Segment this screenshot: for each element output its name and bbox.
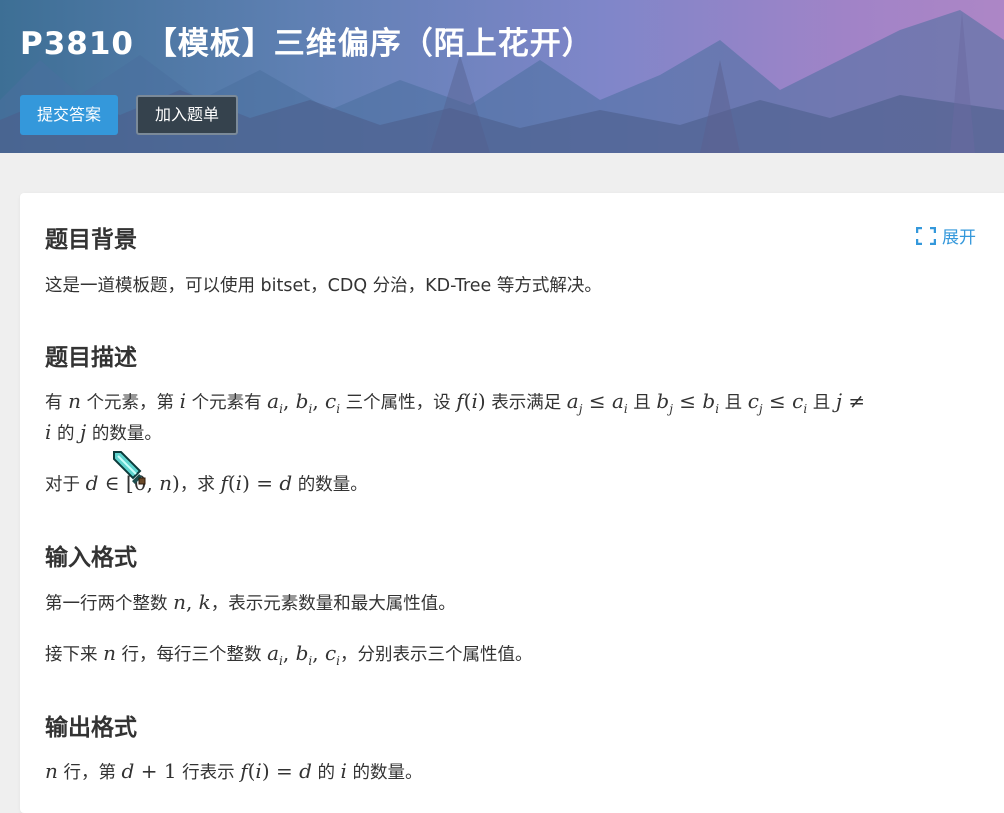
problem-banner: P3810 【模板】三维偏序（陌上花开） 提交答案 加入题单 (0, 0, 1004, 153)
description-line-1: 有 n 个元素，第 i 个元素有 ai, bi, ci 三个属性，设 f(i) … (45, 389, 866, 416)
add-to-list-button[interactable]: 加入题单 (136, 95, 239, 135)
problem-title: P3810 【模板】三维偏序（陌上花开） (20, 26, 594, 62)
input-heading: 输入格式 (45, 545, 137, 571)
background-text: 这是一道模板题，可以使用 bitset，CDQ 分治，KD-Tree 等方式解决… (45, 276, 602, 296)
input-line-1: 第一行两个整数 n, k，表示元素数量和最大属性值。 (45, 590, 456, 614)
expand-label: 展开 (942, 228, 976, 248)
expand-button[interactable]: 展开 (916, 223, 976, 248)
description-heading: 题目描述 (45, 345, 137, 371)
diamond-sword-cursor-icon (113, 451, 146, 485)
input-line-2: 接下来 n 行，每行三个整数 ai, bi, ci，分别表示三个属性值。 (45, 641, 533, 668)
output-line-1: n 行，第 d + 1 行表示 f(i) = d 的 i 的数量。 (45, 759, 423, 783)
submit-answer-button[interactable]: 提交答案 (20, 95, 119, 135)
description-line-3: 对于 d ∈ [0, n)，求 f(i) = d 的数量。 (45, 471, 368, 495)
description-line-2: i 的 j 的数量。 (45, 420, 162, 444)
output-heading: 输出格式 (45, 715, 137, 741)
expand-corners-icon (916, 226, 936, 245)
background-heading: 题目背景 (45, 227, 137, 253)
